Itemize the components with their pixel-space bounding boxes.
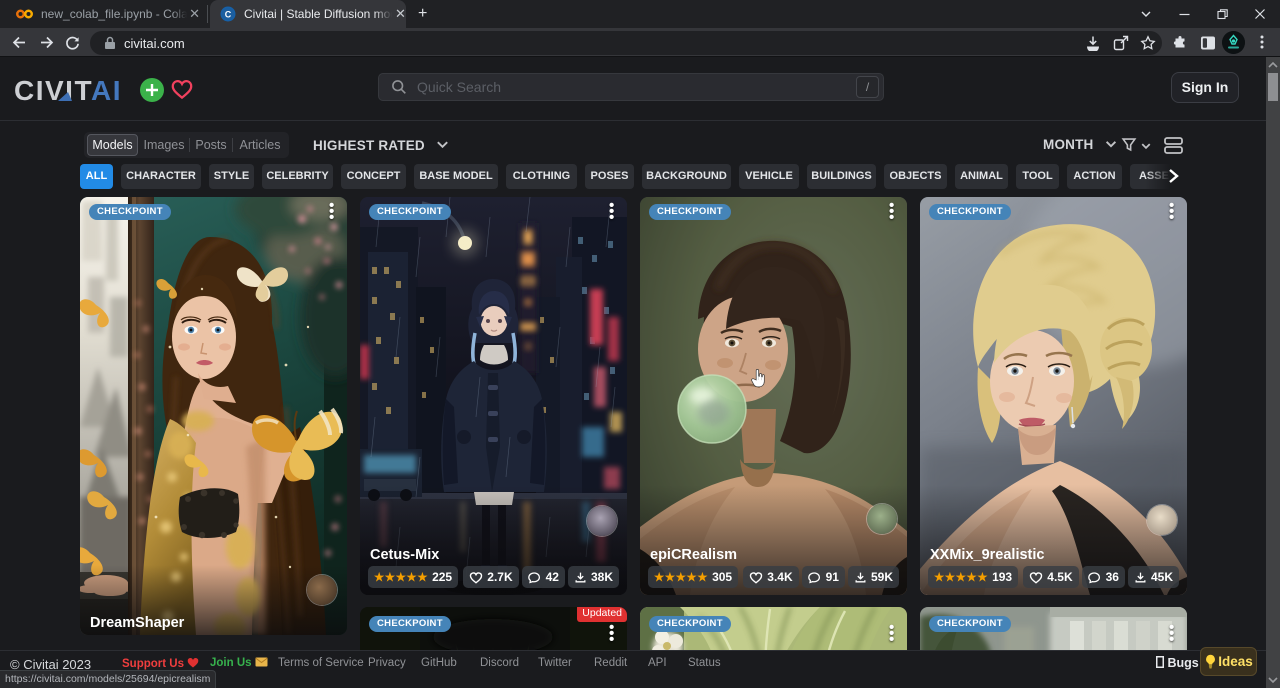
svg-text:▬: ▬ (521, 316, 536, 333)
svg-text:▮: ▮ (524, 228, 532, 245)
svg-text:C: C (225, 10, 232, 20)
svg-text:▪: ▪ (525, 294, 530, 311)
svg-text:▫: ▫ (525, 338, 530, 355)
svg-text:▩: ▩ (521, 250, 535, 267)
svg-text:▭: ▭ (521, 272, 535, 289)
